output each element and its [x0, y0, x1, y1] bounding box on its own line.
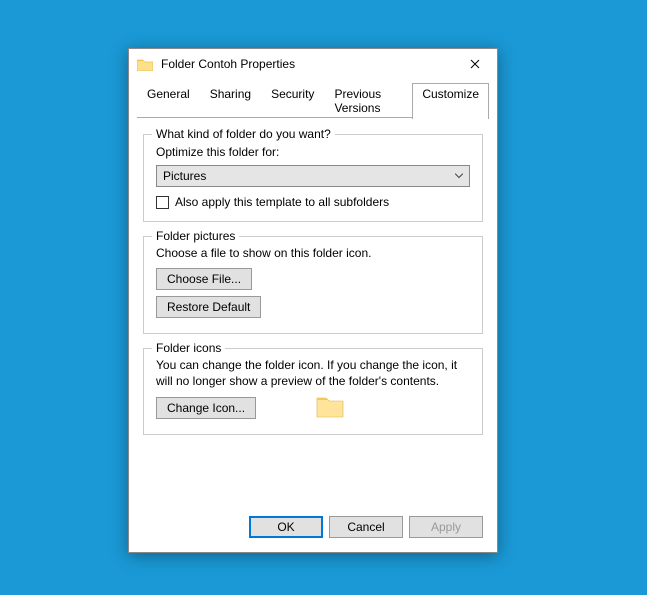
- tab-bar: General Sharing Security Previous Versio…: [129, 79, 497, 118]
- folder-preview-icon: [316, 394, 344, 421]
- folder-icons-help: You can change the folder icon. If you c…: [156, 357, 470, 389]
- chevron-down-icon: [455, 171, 463, 182]
- dialog-button-bar: OK Cancel Apply: [129, 506, 497, 552]
- cancel-button[interactable]: Cancel: [329, 516, 403, 538]
- optimize-select[interactable]: Pictures: [156, 165, 470, 187]
- checkbox-box: [156, 196, 169, 209]
- group-folder-pictures: Folder pictures Choose a file to show on…: [143, 236, 483, 334]
- choose-file-button[interactable]: Choose File...: [156, 268, 252, 290]
- apply-button[interactable]: Apply: [409, 516, 483, 538]
- apply-subfolders-label: Also apply this template to all subfolde…: [175, 195, 389, 209]
- optimize-select-value: Pictures: [163, 169, 206, 183]
- group-folder-icons: Folder icons You can change the folder i…: [143, 348, 483, 434]
- close-button[interactable]: [455, 50, 495, 78]
- close-icon: [470, 56, 480, 72]
- group-folder-icons-legend: Folder icons: [152, 341, 225, 355]
- group-folder-kind-legend: What kind of folder do you want?: [152, 127, 335, 141]
- tab-content: What kind of folder do you want? Optimiz…: [129, 118, 497, 506]
- tab-customize[interactable]: Customize: [412, 83, 489, 119]
- group-folder-kind: What kind of folder do you want? Optimiz…: [143, 134, 483, 222]
- tab-security[interactable]: Security: [261, 83, 324, 118]
- tab-previous-versions[interactable]: Previous Versions: [324, 83, 412, 118]
- restore-default-button[interactable]: Restore Default: [156, 296, 261, 318]
- folder-icon: [137, 58, 153, 71]
- properties-dialog: Folder Contoh Properties General Sharing…: [128, 48, 498, 553]
- ok-button[interactable]: OK: [249, 516, 323, 538]
- tab-sharing[interactable]: Sharing: [200, 83, 261, 118]
- group-folder-pictures-legend: Folder pictures: [152, 229, 239, 243]
- optimize-label: Optimize this folder for:: [156, 145, 470, 159]
- window-title: Folder Contoh Properties: [161, 57, 455, 71]
- tab-general[interactable]: General: [137, 83, 200, 118]
- apply-subfolders-checkbox[interactable]: Also apply this template to all subfolde…: [156, 195, 470, 209]
- change-icon-button[interactable]: Change Icon...: [156, 397, 256, 419]
- folder-pictures-help: Choose a file to show on this folder ico…: [156, 245, 470, 261]
- titlebar: Folder Contoh Properties: [129, 49, 497, 79]
